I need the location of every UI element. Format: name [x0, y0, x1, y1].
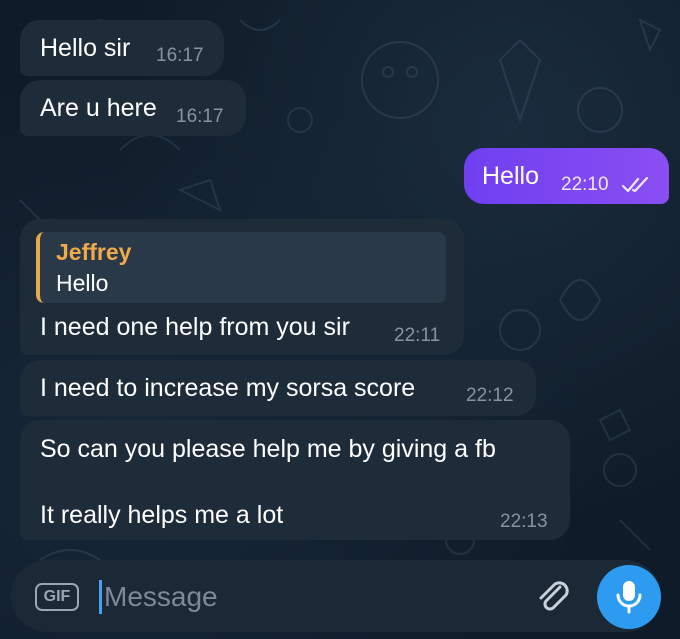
message-text-line-1: So can you please help me by giving a fb: [40, 435, 496, 463]
reply-quoted-text: Hello: [56, 270, 109, 296]
message-time: 16:17: [156, 45, 204, 66]
microphone-icon: [616, 581, 642, 614]
message-text: I need to increase my sorsa score: [40, 374, 416, 402]
message-bubble[interactable]: Are u here 16:17: [20, 80, 246, 136]
microphone-button[interactable]: [597, 565, 661, 629]
message-time: 22:11: [394, 325, 441, 346]
message-time: 16:17: [176, 106, 224, 127]
read-double-check-icon: [622, 176, 649, 193]
message-text-line-2: It really helps me a lot: [40, 501, 284, 529]
reply-author-name: Jeffrey: [56, 239, 132, 265]
text-caret: [99, 580, 102, 614]
outgoing-message-bubble[interactable]: Hello 22:10: [464, 148, 669, 204]
message-text: Are u here: [40, 94, 157, 122]
paperclip-icon[interactable]: [533, 576, 573, 616]
message-time: 22:13: [500, 511, 548, 532]
message-bubble[interactable]: So can you please help me by giving a fb…: [20, 420, 570, 540]
reply-message-bubble[interactable]: Jeffrey Hello I need one help from you s…: [20, 219, 464, 355]
message-text: Hello sir: [40, 34, 131, 62]
message-bubble[interactable]: I need to increase my sorsa score 22:12: [20, 360, 536, 416]
message-composer: GIF: [11, 560, 661, 632]
message-time: 22:10: [561, 174, 609, 195]
reply-quote[interactable]: Jeffrey Hello: [36, 232, 446, 303]
message-input[interactable]: [104, 577, 504, 617]
message-bubble[interactable]: Hello sir 16:17: [20, 20, 224, 76]
message-text: I need one help from you sir: [40, 313, 350, 341]
gif-icon[interactable]: GIF: [35, 583, 79, 611]
message-text: Hello: [482, 162, 539, 190]
message-time: 22:12: [466, 385, 514, 406]
